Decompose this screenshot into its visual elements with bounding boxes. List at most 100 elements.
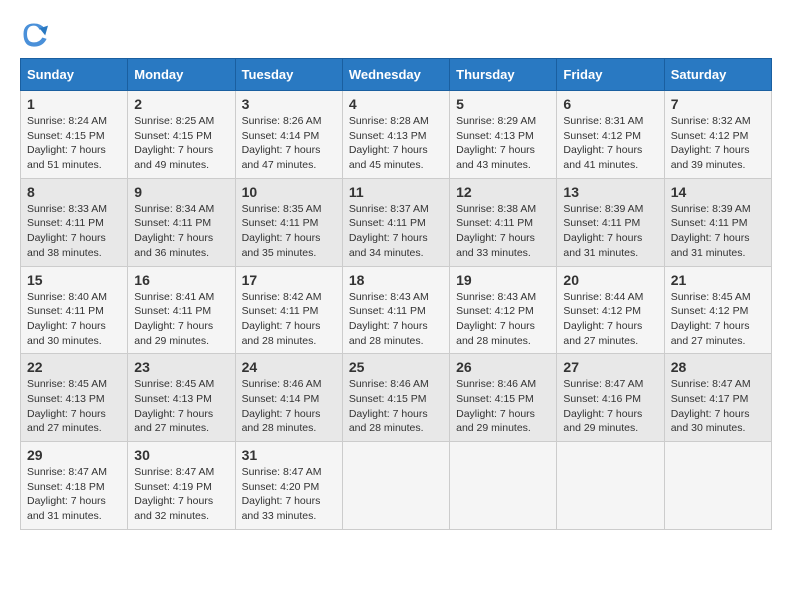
calendar-cell: 17Sunrise: 8:42 AMSunset: 4:11 PMDayligh…: [235, 266, 342, 354]
calendar-cell: 14 Sunrise: 8:39 AMSunset: 4:11 PMDayligh…: [664, 178, 771, 266]
calendar-week-4: 22 Sunrise: 8:45 AMSunset: 4:13 PMDayligh…: [21, 354, 772, 442]
day-number: 3: [242, 96, 336, 112]
day-info: Sunrise: 8:26 AMSunset: 4:14 PMDaylight:…: [242, 114, 336, 173]
calendar-cell: 6Sunrise: 8:31 AMSunset: 4:12 PMDaylight…: [557, 91, 664, 179]
day-info: Sunrise: 8:29 AMSunset: 4:13 PMDaylight:…: [456, 114, 550, 173]
day-number: 24: [242, 359, 336, 375]
day-info: Sunrise: 8:38 AMSunset: 4:11 PMDaylight:…: [456, 202, 550, 261]
day-info: Sunrise: 8:37 AMSunset: 4:11 PMDaylight:…: [349, 202, 443, 261]
day-info: Sunrise: 8:46 AMSunset: 4:15 PMDaylight:…: [456, 377, 550, 436]
calendar-cell: 28 Sunrise: 8:47 AMSunset: 4:17 PMDayligh…: [664, 354, 771, 442]
calendar-week-1: 1 Sunrise: 8:24 AMSunset: 4:15 PMDaylight…: [21, 91, 772, 179]
day-number: 1: [27, 96, 121, 112]
calendar-cell: 29 Sunrise: 8:47 AMSunset: 4:18 PMDayligh…: [21, 442, 128, 530]
day-number: 15: [27, 272, 121, 288]
header-day-wednesday: Wednesday: [342, 59, 449, 91]
calendar-cell: 1 Sunrise: 8:24 AMSunset: 4:15 PMDaylight…: [21, 91, 128, 179]
day-info: Sunrise: 8:46 AMSunset: 4:14 PMDaylight:…: [242, 377, 336, 436]
calendar-table: SundayMondayTuesdayWednesdayThursdayFrid…: [20, 58, 772, 530]
day-info: Sunrise: 8:39 AMSunset: 4:11 PMDaylight:…: [671, 202, 765, 261]
calendar-week-5: 29 Sunrise: 8:47 AMSunset: 4:18 PMDayligh…: [21, 442, 772, 530]
day-info: Sunrise: 8:39 AMSunset: 4:11 PMDaylight:…: [563, 202, 657, 261]
header-day-sunday: Sunday: [21, 59, 128, 91]
day-info: Sunrise: 8:40 AMSunset: 4:11 PMDaylight:…: [27, 290, 121, 349]
header-day-monday: Monday: [128, 59, 235, 91]
calendar-cell: 20 Sunrise: 8:44 AMSunset: 4:12 PMDayligh…: [557, 266, 664, 354]
logo-icon: [20, 20, 48, 48]
day-info: Sunrise: 8:47 AMSunset: 4:20 PMDaylight:…: [242, 465, 336, 524]
day-info: Sunrise: 8:28 AMSunset: 4:13 PMDaylight:…: [349, 114, 443, 173]
day-number: 21: [671, 272, 765, 288]
calendar-cell: [557, 442, 664, 530]
day-info: Sunrise: 8:41 AMSunset: 4:11 PMDaylight:…: [134, 290, 228, 349]
header-day-saturday: Saturday: [664, 59, 771, 91]
day-info: Sunrise: 8:25 AMSunset: 4:15 PMDaylight:…: [134, 114, 228, 173]
calendar-cell: 2 Sunrise: 8:25 AMSunset: 4:15 PMDaylight…: [128, 91, 235, 179]
page-header: [20, 20, 772, 48]
day-info: Sunrise: 8:42 AMSunset: 4:11 PMDaylight:…: [242, 290, 336, 349]
day-info: Sunrise: 8:33 AMSunset: 4:11 PMDaylight:…: [27, 202, 121, 261]
day-info: Sunrise: 8:43 AMSunset: 4:12 PMDaylight:…: [456, 290, 550, 349]
day-number: 30: [134, 447, 228, 463]
calendar-cell: 19Sunrise: 8:43 AMSunset: 4:12 PMDayligh…: [450, 266, 557, 354]
logo: [20, 20, 52, 48]
day-info: Sunrise: 8:47 AMSunset: 4:18 PMDaylight:…: [27, 465, 121, 524]
calendar-cell: 8 Sunrise: 8:33 AMSunset: 4:11 PMDaylight…: [21, 178, 128, 266]
day-number: 20: [563, 272, 657, 288]
day-number: 28: [671, 359, 765, 375]
header-day-thursday: Thursday: [450, 59, 557, 91]
day-number: 7: [671, 96, 765, 112]
calendar-cell: 22 Sunrise: 8:45 AMSunset: 4:13 PMDayligh…: [21, 354, 128, 442]
day-info: Sunrise: 8:47 AMSunset: 4:16 PMDaylight:…: [563, 377, 657, 436]
day-info: Sunrise: 8:45 AMSunset: 4:13 PMDaylight:…: [134, 377, 228, 436]
day-info: Sunrise: 8:47 AMSunset: 4:17 PMDaylight:…: [671, 377, 765, 436]
day-number: 27: [563, 359, 657, 375]
day-info: Sunrise: 8:47 AMSunset: 4:19 PMDaylight:…: [134, 465, 228, 524]
calendar-cell: [664, 442, 771, 530]
calendar-cell: 16 Sunrise: 8:41 AMSunset: 4:11 PMDayligh…: [128, 266, 235, 354]
day-number: 14: [671, 184, 765, 200]
calendar-cell: 31 Sunrise: 8:47 AMSunset: 4:20 PMDayligh…: [235, 442, 342, 530]
calendar-cell: 15 Sunrise: 8:40 AMSunset: 4:11 PMDayligh…: [21, 266, 128, 354]
day-info: Sunrise: 8:44 AMSunset: 4:12 PMDaylight:…: [563, 290, 657, 349]
calendar-week-3: 15 Sunrise: 8:40 AMSunset: 4:11 PMDayligh…: [21, 266, 772, 354]
calendar-cell: [342, 442, 449, 530]
day-number: 11: [349, 184, 443, 200]
calendar-cell: 18Sunrise: 8:43 AMSunset: 4:11 PMDayligh…: [342, 266, 449, 354]
day-info: Sunrise: 8:31 AMSunset: 4:12 PMDaylight:…: [563, 114, 657, 173]
calendar-week-2: 8 Sunrise: 8:33 AMSunset: 4:11 PMDaylight…: [21, 178, 772, 266]
calendar-cell: 13 Sunrise: 8:39 AMSunset: 4:11 PMDayligh…: [557, 178, 664, 266]
day-number: 29: [27, 447, 121, 463]
day-info: Sunrise: 8:43 AMSunset: 4:11 PMDaylight:…: [349, 290, 443, 349]
day-number: 4: [349, 96, 443, 112]
day-number: 25: [349, 359, 443, 375]
day-info: Sunrise: 8:24 AMSunset: 4:15 PMDaylight:…: [27, 114, 121, 173]
day-number: 9: [134, 184, 228, 200]
day-number: 23: [134, 359, 228, 375]
day-number: 22: [27, 359, 121, 375]
calendar-cell: 25Sunrise: 8:46 AMSunset: 4:15 PMDayligh…: [342, 354, 449, 442]
calendar-cell: 30 Sunrise: 8:47 AMSunset: 4:19 PMDayligh…: [128, 442, 235, 530]
day-number: 8: [27, 184, 121, 200]
calendar-cell: 4 Sunrise: 8:28 AMSunset: 4:13 PMDaylight…: [342, 91, 449, 179]
calendar-cell: 7Sunrise: 8:32 AMSunset: 4:12 PMDaylight…: [664, 91, 771, 179]
day-number: 31: [242, 447, 336, 463]
day-number: 5: [456, 96, 550, 112]
day-number: 12: [456, 184, 550, 200]
day-number: 16: [134, 272, 228, 288]
calendar-cell: 21 Sunrise: 8:45 AMSunset: 4:12 PMDayligh…: [664, 266, 771, 354]
day-info: Sunrise: 8:34 AMSunset: 4:11 PMDaylight:…: [134, 202, 228, 261]
calendar-cell: 5 Sunrise: 8:29 AMSunset: 4:13 PMDaylight…: [450, 91, 557, 179]
day-number: 13: [563, 184, 657, 200]
calendar-cell: 11 Sunrise: 8:37 AMSunset: 4:11 PMDayligh…: [342, 178, 449, 266]
calendar-cell: 10Sunrise: 8:35 AMSunset: 4:11 PMDayligh…: [235, 178, 342, 266]
day-info: Sunrise: 8:35 AMSunset: 4:11 PMDaylight:…: [242, 202, 336, 261]
calendar-cell: 27 Sunrise: 8:47 AMSunset: 4:16 PMDayligh…: [557, 354, 664, 442]
day-info: Sunrise: 8:45 AMSunset: 4:12 PMDaylight:…: [671, 290, 765, 349]
calendar-cell: 12 Sunrise: 8:38 AMSunset: 4:11 PMDayligh…: [450, 178, 557, 266]
day-number: 2: [134, 96, 228, 112]
day-number: 26: [456, 359, 550, 375]
calendar-cell: 26 Sunrise: 8:46 AMSunset: 4:15 PMDayligh…: [450, 354, 557, 442]
day-info: Sunrise: 8:45 AMSunset: 4:13 PMDaylight:…: [27, 377, 121, 436]
calendar-cell: 3 Sunrise: 8:26 AMSunset: 4:14 PMDaylight…: [235, 91, 342, 179]
